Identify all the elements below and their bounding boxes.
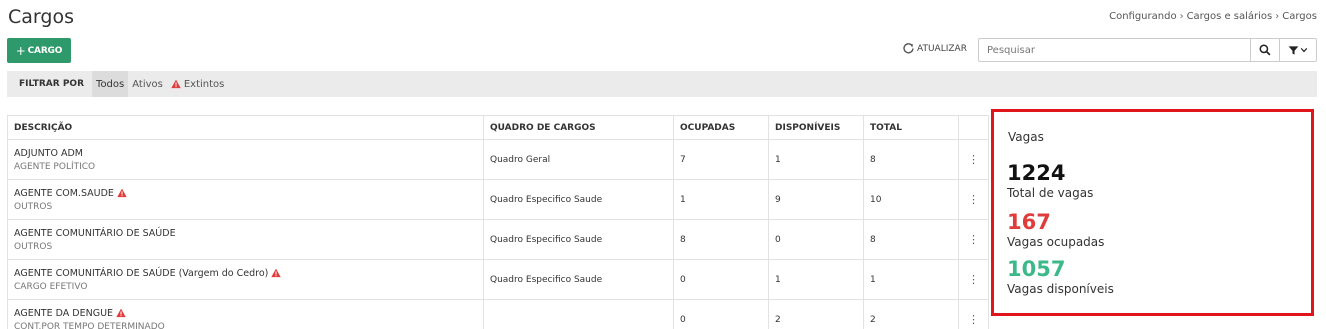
row-menu-icon[interactable]: ⋮ — [958, 179, 989, 220]
filter-icon — [1288, 45, 1299, 55]
table-row[interactable]: AGENTE DA DENGUE CONT.POR TEMPO DETERMINA… — [7, 299, 989, 329]
search-input[interactable] — [978, 38, 1251, 62]
filter-label: FILTRAR POR — [19, 79, 85, 89]
row-description-text: ADJUNTO ADM — [14, 147, 83, 159]
column-header-actions — [958, 115, 989, 140]
warning-icon — [116, 308, 126, 318]
cell-quadro: Quadro Geral — [483, 139, 674, 180]
add-cargo-label: CARGO — [27, 45, 63, 56]
column-header-ocupadas[interactable]: OCUPADAS — [673, 115, 769, 140]
breadcrumb: Configurando › Cargos e salários › Cargos — [1109, 11, 1317, 22]
column-header-descricao[interactable]: DESCRIÇÃO — [7, 115, 484, 140]
refresh-icon — [903, 43, 914, 54]
row-subtitle: OUTROS — [14, 201, 53, 212]
row-subtitle: CONT.POR TEMPO DETERMINADO — [14, 321, 165, 329]
chevron-right-icon: › — [1275, 11, 1280, 22]
warning-icon — [117, 188, 127, 198]
row-description: AGENTE COMUNITÁRIO DE SAÚDE (Vargem do C… — [14, 268, 477, 279]
cell-ocupadas: 7 — [673, 139, 769, 180]
cell-ocupadas: 0 — [673, 259, 769, 300]
warning-icon — [271, 268, 282, 278]
breadcrumb-item: Cargos — [1282, 11, 1317, 22]
row-description-text: AGENTE COMUNITÁRIO DE SAÚDE (Vargem do C… — [14, 267, 269, 279]
refresh-button[interactable]: ATUALIZAR — [903, 43, 967, 54]
table-row[interactable]: AGENTE COMUNITÁRIO DE SAÚDE OUTROS Quadro … — [7, 219, 989, 260]
breadcrumb-item[interactable]: Cargos e salários — [1187, 11, 1273, 22]
cell-total: 10 — [863, 179, 959, 220]
table-row[interactable]: AGENTE COM.SAUDE OUTROS Quadro Especifico … — [7, 179, 989, 220]
table-row[interactable]: AGENTE COMUNITÁRIO DE SAÚDE (Vargem do C… — [7, 259, 989, 300]
row-description: AGENTE COM.SAUDE — [14, 188, 477, 199]
cell-quadro: Quadro Especifico Saude — [483, 179, 674, 220]
cell-descricao: AGENTE COM.SAUDE OUTROS — [7, 179, 484, 220]
row-menu-icon[interactable]: ⋮ — [958, 139, 989, 180]
filter-tab-label: Todos — [96, 78, 125, 90]
vagas-panel: Vagas 1224 Total de vagas 167 Vagas ocup… — [991, 109, 1314, 316]
table-row[interactable]: ADJUNTO ADM AGENTE POLÍTICO Quadro Geral 7 1… — [7, 139, 989, 180]
cell-total: 2 — [863, 299, 959, 329]
refresh-label: ATUALIZAR — [917, 43, 967, 54]
column-header-total[interactable]: TOTAL — [863, 115, 959, 140]
cell-quadro — [483, 299, 674, 329]
row-menu-icon[interactable]: ⋮ — [958, 219, 989, 260]
cell-disponiveis: 2 — [768, 299, 864, 329]
cell-ocupadas: 1 — [673, 179, 769, 220]
filter-tab-ativos[interactable]: Ativos — [128, 71, 167, 97]
cargos-table: DESCRIÇÃO QUADRO DE CARGOS OCUPADAS DISP… — [7, 115, 989, 329]
vagas-title: Vagas — [1008, 130, 1044, 144]
row-subtitle: AGENTE POLÍTICO — [14, 161, 96, 172]
filter-dropdown-button[interactable] — [1279, 38, 1317, 62]
cell-total: 8 — [863, 219, 959, 260]
add-cargo-button[interactable]: + CARGO — [7, 38, 71, 63]
row-description-text: AGENTE COM.SAUDE — [14, 187, 114, 199]
search-icon — [1259, 44, 1271, 56]
cell-quadro: Quadro Especifico Saude — [483, 219, 674, 260]
page-title: Cargos — [8, 6, 74, 28]
row-menu-icon[interactable]: ⋮ — [958, 259, 989, 300]
filter-tab-label: Extintos — [183, 78, 225, 90]
row-description: AGENTE COMUNITÁRIO DE SAÚDE — [14, 228, 477, 239]
vagas-ocupadas-label: Vagas ocupadas — [1007, 235, 1105, 249]
row-description-text: AGENTE COMUNITÁRIO DE SAÚDE — [14, 227, 176, 239]
plus-icon: + — [15, 43, 26, 58]
chevron-down-icon — [1300, 47, 1308, 53]
column-header-quadro[interactable]: QUADRO DE CARGOS — [483, 115, 674, 140]
breadcrumb-item[interactable]: Configurando — [1109, 11, 1176, 22]
vagas-disponiveis-value: 1057 — [1007, 257, 1066, 281]
cell-ocupadas: 0 — [673, 299, 769, 329]
filter-bar: FILTRAR POR Todos Ativos Extintos — [7, 71, 1317, 97]
cell-descricao: AGENTE COMUNITÁRIO DE SAÚDE OUTROS — [7, 219, 484, 260]
filter-tab-todos[interactable]: Todos — [92, 71, 129, 97]
cell-descricao: ADJUNTO ADM AGENTE POLÍTICO — [7, 139, 484, 180]
row-subtitle: OUTROS — [14, 241, 53, 252]
column-header-disponiveis[interactable]: DISPONÍVEIS — [768, 115, 864, 140]
cell-descricao: AGENTE COMUNITÁRIO DE SAÚDE (Vargem do C… — [7, 259, 484, 300]
filter-tab-extintos[interactable]: Extintos — [167, 71, 229, 97]
cell-disponiveis: 1 — [768, 259, 864, 300]
filter-tab-label: Ativos — [132, 78, 163, 90]
cell-disponiveis: 9 — [768, 179, 864, 220]
cell-disponiveis: 0 — [768, 219, 864, 260]
vagas-ocupadas-value: 167 — [1007, 210, 1051, 234]
cell-total: 8 — [863, 139, 959, 180]
row-menu-icon[interactable]: ⋮ — [958, 299, 989, 329]
total-vagas-value: 1224 — [1007, 161, 1066, 185]
total-vagas-label: Total de vagas — [1007, 186, 1094, 200]
row-subtitle: CARGO EFETIVO — [14, 281, 88, 292]
cell-total: 1 — [863, 259, 959, 300]
chevron-right-icon: › — [1179, 11, 1184, 22]
cell-quadro: Quadro Especifico Saude — [483, 259, 674, 300]
row-description: ADJUNTO ADM — [14, 148, 477, 159]
row-description-text: AGENTE DA DENGUE — [14, 307, 114, 319]
cell-descricao: AGENTE DA DENGUE CONT.POR TEMPO DETERMINA… — [7, 299, 484, 329]
warning-icon — [171, 79, 181, 89]
cell-disponiveis: 1 — [768, 139, 864, 180]
table-header-row: DESCRIÇÃO QUADRO DE CARGOS OCUPADAS DISP… — [7, 115, 989, 140]
row-description: AGENTE DA DENGUE — [14, 308, 477, 319]
search-button[interactable] — [1250, 38, 1280, 62]
vagas-disponiveis-label: Vagas disponíveis — [1007, 282, 1114, 296]
cell-ocupadas: 8 — [673, 219, 769, 260]
